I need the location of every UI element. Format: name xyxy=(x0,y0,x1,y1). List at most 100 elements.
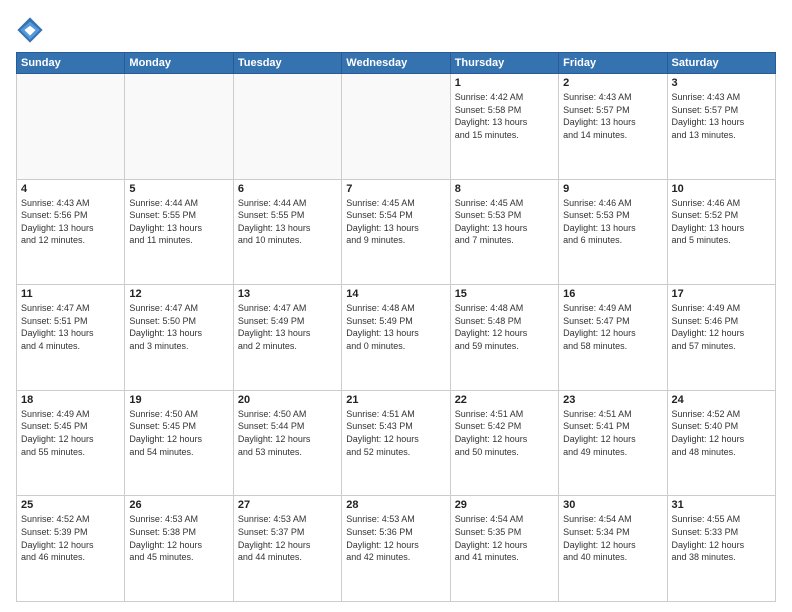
day-info: Sunrise: 4:47 AM Sunset: 5:49 PM Dayligh… xyxy=(238,302,337,352)
day-number: 27 xyxy=(238,499,337,511)
calendar-cell: 1Sunrise: 4:42 AM Sunset: 5:58 PM Daylig… xyxy=(450,74,558,180)
day-number: 2 xyxy=(563,77,662,89)
day-info: Sunrise: 4:44 AM Sunset: 5:55 PM Dayligh… xyxy=(129,197,228,247)
day-number: 15 xyxy=(455,288,554,300)
calendar-cell: 16 Sunrise: 4:49 AM Sunset: 5:47 PM Dayli… xyxy=(559,285,667,391)
calendar-week-0: 1Sunrise: 4:42 AM Sunset: 5:58 PM Daylig… xyxy=(17,74,776,180)
calendar-cell: 29 Sunrise: 4:54 AM Sunset: 5:35 PM Dayli… xyxy=(450,496,558,602)
calendar-week-1: 4Sunrise: 4:43 AM Sunset: 5:56 PM Daylig… xyxy=(17,179,776,285)
day-number: 1 xyxy=(455,77,554,89)
day-number: 25 xyxy=(21,499,120,511)
day-number: 14 xyxy=(346,288,445,300)
day-number: 7 xyxy=(346,183,445,195)
day-info: Sunrise: 4:45 AM Sunset: 5:54 PM Dayligh… xyxy=(346,197,445,247)
day-number: 29 xyxy=(455,499,554,511)
calendar-header-wednesday: Wednesday xyxy=(342,53,450,74)
day-number: 30 xyxy=(563,499,662,511)
day-number: 20 xyxy=(238,394,337,406)
calendar-cell: 3 Sunrise: 4:43 AM Sunset: 5:57 PM Daylig… xyxy=(667,74,775,180)
day-info: Sunrise: 4:53 AM Sunset: 5:38 PM Dayligh… xyxy=(129,513,228,563)
calendar-header-monday: Monday xyxy=(125,53,233,74)
calendar-cell: 22Sunrise: 4:51 AM Sunset: 5:42 PM Dayli… xyxy=(450,390,558,496)
calendar-cell: 26 Sunrise: 4:53 AM Sunset: 5:38 PM Dayli… xyxy=(125,496,233,602)
calendar-cell: 31 Sunrise: 4:55 AM Sunset: 5:33 PM Dayli… xyxy=(667,496,775,602)
calendar-cell: 18 Sunrise: 4:49 AM Sunset: 5:45 PM Dayli… xyxy=(17,390,125,496)
day-info: Sunrise: 4:53 AM Sunset: 5:36 PM Dayligh… xyxy=(346,513,445,563)
day-info: Sunrise: 4:48 AM Sunset: 5:48 PM Dayligh… xyxy=(455,302,554,352)
calendar-cell: 10 Sunrise: 4:46 AM Sunset: 5:52 PM Dayli… xyxy=(667,179,775,285)
calendar-cell: 15 Sunrise: 4:48 AM Sunset: 5:48 PM Dayli… xyxy=(450,285,558,391)
header xyxy=(16,16,776,44)
calendar-header-sunday: Sunday xyxy=(17,53,125,74)
day-number: 6 xyxy=(238,183,337,195)
calendar-cell xyxy=(17,74,125,180)
calendar-cell: 17 Sunrise: 4:49 AM Sunset: 5:46 PM Dayli… xyxy=(667,285,775,391)
day-number: 4 xyxy=(21,183,120,195)
calendar-cell: 4Sunrise: 4:43 AM Sunset: 5:56 PM Daylig… xyxy=(17,179,125,285)
logo xyxy=(16,16,48,44)
day-info: Sunrise: 4:47 AM Sunset: 5:50 PM Dayligh… xyxy=(129,302,228,352)
day-info: Sunrise: 4:52 AM Sunset: 5:39 PM Dayligh… xyxy=(21,513,120,563)
calendar-header-thursday: Thursday xyxy=(450,53,558,74)
day-info: Sunrise: 4:43 AM Sunset: 5:57 PM Dayligh… xyxy=(563,91,662,141)
day-info: Sunrise: 4:54 AM Sunset: 5:34 PM Dayligh… xyxy=(563,513,662,563)
day-number: 12 xyxy=(129,288,228,300)
calendar-cell: 9 Sunrise: 4:46 AM Sunset: 5:53 PM Daylig… xyxy=(559,179,667,285)
day-number: 23 xyxy=(563,394,662,406)
day-number: 24 xyxy=(672,394,771,406)
calendar-table: SundayMondayTuesdayWednesdayThursdayFrid… xyxy=(16,52,776,602)
calendar-cell xyxy=(342,74,450,180)
day-number: 17 xyxy=(672,288,771,300)
calendar-cell: 5Sunrise: 4:44 AM Sunset: 5:55 PM Daylig… xyxy=(125,179,233,285)
day-number: 26 xyxy=(129,499,228,511)
day-info: Sunrise: 4:55 AM Sunset: 5:33 PM Dayligh… xyxy=(672,513,771,563)
calendar-cell: 11 Sunrise: 4:47 AM Sunset: 5:51 PM Dayli… xyxy=(17,285,125,391)
day-info: Sunrise: 4:49 AM Sunset: 5:45 PM Dayligh… xyxy=(21,408,120,458)
calendar-cell: 14Sunrise: 4:48 AM Sunset: 5:49 PM Dayli… xyxy=(342,285,450,391)
calendar-header-saturday: Saturday xyxy=(667,53,775,74)
calendar-cell: 23 Sunrise: 4:51 AM Sunset: 5:41 PM Dayli… xyxy=(559,390,667,496)
calendar-cell: 30 Sunrise: 4:54 AM Sunset: 5:34 PM Dayli… xyxy=(559,496,667,602)
calendar-week-4: 25 Sunrise: 4:52 AM Sunset: 5:39 PM Dayli… xyxy=(17,496,776,602)
day-info: Sunrise: 4:49 AM Sunset: 5:46 PM Dayligh… xyxy=(672,302,771,352)
day-info: Sunrise: 4:51 AM Sunset: 5:42 PM Dayligh… xyxy=(455,408,554,458)
day-number: 13 xyxy=(238,288,337,300)
day-info: Sunrise: 4:51 AM Sunset: 5:41 PM Dayligh… xyxy=(563,408,662,458)
calendar-cell: 24Sunrise: 4:52 AM Sunset: 5:40 PM Dayli… xyxy=(667,390,775,496)
calendar-cell: 25 Sunrise: 4:52 AM Sunset: 5:39 PM Dayli… xyxy=(17,496,125,602)
day-info: Sunrise: 4:49 AM Sunset: 5:47 PM Dayligh… xyxy=(563,302,662,352)
day-number: 10 xyxy=(672,183,771,195)
day-number: 31 xyxy=(672,499,771,511)
calendar-cell: 20 Sunrise: 4:50 AM Sunset: 5:44 PM Dayli… xyxy=(233,390,341,496)
calendar-week-2: 11 Sunrise: 4:47 AM Sunset: 5:51 PM Dayli… xyxy=(17,285,776,391)
day-number: 28 xyxy=(346,499,445,511)
day-info: Sunrise: 4:43 AM Sunset: 5:57 PM Dayligh… xyxy=(672,91,771,141)
day-info: Sunrise: 4:53 AM Sunset: 5:37 PM Dayligh… xyxy=(238,513,337,563)
day-info: Sunrise: 4:51 AM Sunset: 5:43 PM Dayligh… xyxy=(346,408,445,458)
calendar-cell: 13 Sunrise: 4:47 AM Sunset: 5:49 PM Dayli… xyxy=(233,285,341,391)
calendar-header-row: SundayMondayTuesdayWednesdayThursdayFrid… xyxy=(17,53,776,74)
day-number: 11 xyxy=(21,288,120,300)
day-number: 18 xyxy=(21,394,120,406)
day-info: Sunrise: 4:45 AM Sunset: 5:53 PM Dayligh… xyxy=(455,197,554,247)
day-info: Sunrise: 4:54 AM Sunset: 5:35 PM Dayligh… xyxy=(455,513,554,563)
day-info: Sunrise: 4:50 AM Sunset: 5:44 PM Dayligh… xyxy=(238,408,337,458)
day-info: Sunrise: 4:47 AM Sunset: 5:51 PM Dayligh… xyxy=(21,302,120,352)
day-info: Sunrise: 4:44 AM Sunset: 5:55 PM Dayligh… xyxy=(238,197,337,247)
day-number: 8 xyxy=(455,183,554,195)
day-number: 3 xyxy=(672,77,771,89)
day-number: 9 xyxy=(563,183,662,195)
calendar-cell: 6 Sunrise: 4:44 AM Sunset: 5:55 PM Daylig… xyxy=(233,179,341,285)
day-info: Sunrise: 4:46 AM Sunset: 5:53 PM Dayligh… xyxy=(563,197,662,247)
day-number: 16 xyxy=(563,288,662,300)
day-number: 19 xyxy=(129,394,228,406)
calendar-cell: 8 Sunrise: 4:45 AM Sunset: 5:53 PM Daylig… xyxy=(450,179,558,285)
logo-icon xyxy=(16,16,44,44)
calendar-cell: 12 Sunrise: 4:47 AM Sunset: 5:50 PM Dayli… xyxy=(125,285,233,391)
calendar-header-friday: Friday xyxy=(559,53,667,74)
calendar-cell xyxy=(125,74,233,180)
day-info: Sunrise: 4:50 AM Sunset: 5:45 PM Dayligh… xyxy=(129,408,228,458)
calendar-cell: 7 Sunrise: 4:45 AM Sunset: 5:54 PM Daylig… xyxy=(342,179,450,285)
day-info: Sunrise: 4:46 AM Sunset: 5:52 PM Dayligh… xyxy=(672,197,771,247)
calendar-week-3: 18 Sunrise: 4:49 AM Sunset: 5:45 PM Dayli… xyxy=(17,390,776,496)
